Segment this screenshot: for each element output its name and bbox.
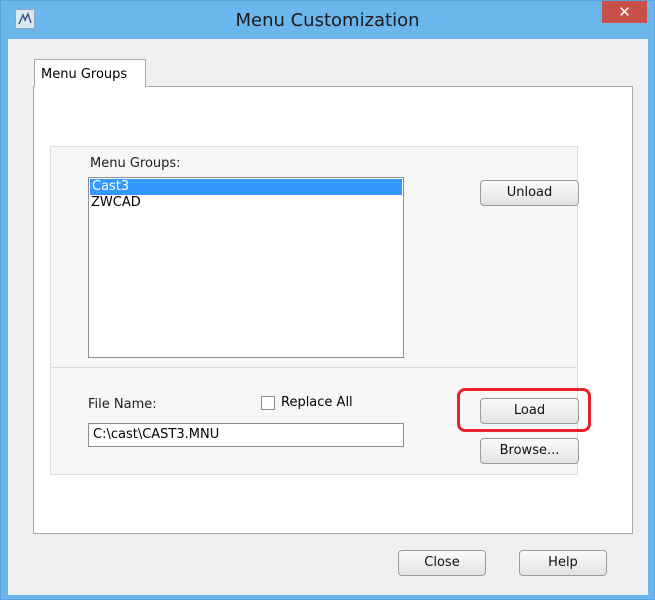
list-item[interactable]: ZWCAD bbox=[89, 195, 403, 211]
unload-button[interactable]: Unload bbox=[480, 180, 579, 206]
dialog-window: Menu Customization ✕ Menu Groups Menu Gr… bbox=[0, 0, 655, 600]
replace-all-check-box[interactable] bbox=[261, 396, 275, 410]
file-name-field[interactable]: C:\cast\CAST3.MNU bbox=[88, 423, 404, 447]
menu-groups-listbox[interactable]: Cast3 ZWCAD bbox=[88, 177, 404, 358]
dialog-body: Menu Groups Menu Groups: Cast3 ZWCAD Unl… bbox=[8, 39, 648, 595]
browse-button[interactable]: Browse... bbox=[480, 438, 579, 464]
close-icon[interactable]: ✕ bbox=[602, 1, 647, 23]
list-item[interactable]: Cast3 bbox=[90, 179, 402, 195]
tab-menu-groups[interactable]: Menu Groups bbox=[34, 59, 146, 87]
close-button[interactable]: Close bbox=[398, 550, 486, 576]
window-title: Menu Customization bbox=[235, 10, 420, 31]
title-bar[interactable]: Menu Customization ✕ bbox=[1, 1, 654, 39]
replace-all-label[interactable]: Replace All bbox=[281, 395, 353, 410]
help-button[interactable]: Help bbox=[519, 550, 607, 576]
menu-groups-label: Menu Groups: bbox=[90, 156, 181, 171]
panel-divider bbox=[51, 367, 577, 368]
file-name-label: File Name: bbox=[88, 397, 157, 412]
load-button-highlight bbox=[457, 388, 591, 432]
